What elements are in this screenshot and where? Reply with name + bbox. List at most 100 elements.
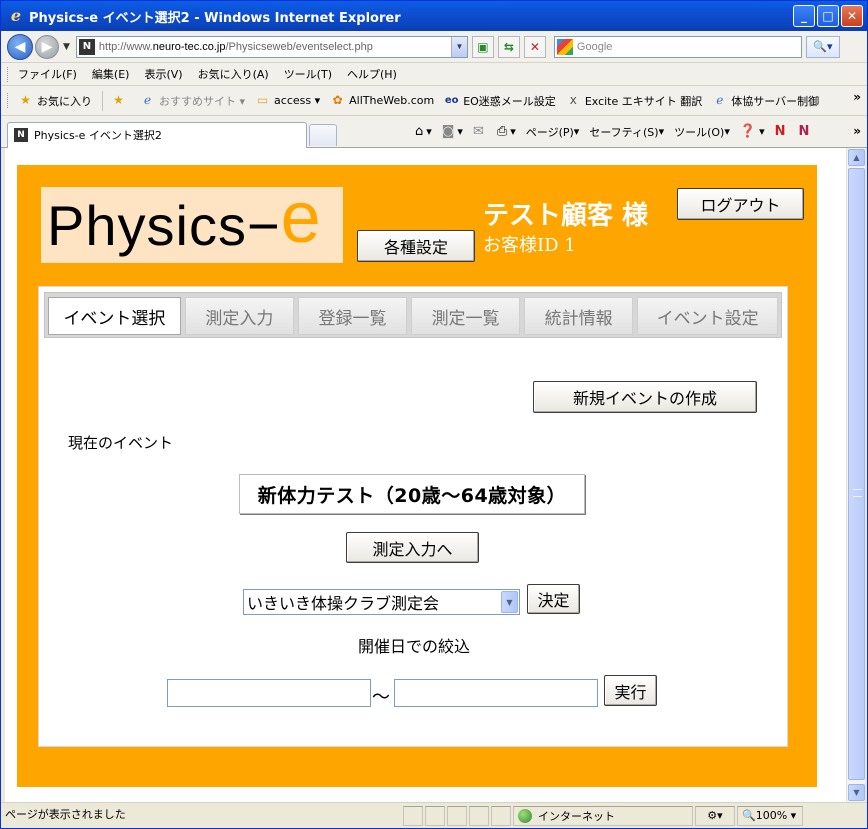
- compat-view-icon[interactable]: ▣: [471, 35, 494, 58]
- tab-event-select[interactable]: イベント選択: [48, 297, 181, 335]
- logout-button[interactable]: ログアウト: [677, 188, 804, 220]
- ie-page-icon: ℯ: [716, 93, 724, 107]
- favorites-button[interactable]: ★ お気に入り: [18, 93, 92, 109]
- event-select[interactable]: いきいき体操クラブ測定会 ▼: [243, 589, 520, 615]
- status-text: ページが表示されました: [5, 807, 126, 821]
- scroll-down-icon[interactable]: ▼: [848, 784, 865, 801]
- menu-edit[interactable]: 編集(E): [92, 66, 130, 82]
- n-addon2-icon: N: [798, 124, 810, 139]
- tab-bar: イベント選択 測定入力 登録一覧 測定一覧 統計情報 イベント設定: [44, 292, 782, 338]
- tools-menu-label: ツール(O): [674, 125, 725, 139]
- forward-button[interactable]: ▶: [35, 34, 59, 59]
- page-menu[interactable]: ページ(P) ▾: [526, 124, 580, 140]
- title-bar[interactable]: e Physics-e イベント選択2 - Windows Internet E…: [1, 1, 867, 31]
- maximize-button[interactable]: □: [817, 5, 839, 27]
- decide-button[interactable]: 決定: [527, 584, 580, 614]
- run-button[interactable]: 実行: [604, 675, 657, 706]
- addon-n-button[interactable]: N: [775, 124, 789, 139]
- browser-tab-active[interactable]: N Physics-e イベント選択2: [7, 121, 307, 148]
- refresh-icon[interactable]: ⇆: [497, 35, 520, 58]
- fav-item-access[interactable]: ▭ access ▾: [255, 93, 320, 108]
- alltheweb-icon: ✿: [332, 93, 343, 107]
- favorites-star-icon: ★: [20, 93, 31, 107]
- home-icon: ⌂: [415, 124, 424, 139]
- customer-id: お客様ID 1: [483, 235, 576, 256]
- add-favorite-icon[interactable]: ★: [111, 93, 130, 108]
- help-button[interactable]: ❓ ▾: [740, 124, 765, 139]
- status-cell: [403, 805, 423, 826]
- back-button[interactable]: ◀: [7, 33, 33, 60]
- chevron-down-icon[interactable]: ▼: [501, 591, 518, 613]
- page-menu-label: ページ(P): [525, 125, 574, 139]
- scroll-thumb[interactable]: [848, 168, 865, 780]
- safety-menu-label: セーフティ(S): [589, 125, 659, 139]
- url-host: neuro-tec.co.jp: [152, 40, 226, 53]
- fav-item-eo[interactable]: eo EO迷惑メール設定: [444, 93, 556, 109]
- chevron-more-icon[interactable]: »: [853, 124, 861, 138]
- vertical-scrollbar[interactable]: ▲ ▼: [846, 148, 865, 802]
- address-row: ◀ ▶ ▼ N http://www.neuro-tec.co.jp/Physi…: [1, 31, 867, 63]
- tab-measure-input[interactable]: 測定入力: [184, 297, 294, 335]
- search-input[interactable]: Google: [553, 35, 802, 58]
- new-event-button[interactable]: 新規イベントの作成: [533, 381, 757, 413]
- status-bar: ページが表示されました インターネット ⚙▾ 🔍100% ▾: [1, 802, 867, 828]
- zoom-control[interactable]: 🔍100% ▾: [737, 805, 803, 826]
- search-button[interactable]: 🔍▾: [805, 35, 840, 58]
- fav-item-label: EO迷惑メール設定: [463, 94, 556, 108]
- history-dropdown-icon[interactable]: ▼: [63, 42, 70, 52]
- address-dropdown-icon[interactable]: ▼: [450, 36, 467, 57]
- to-measure-input-button[interactable]: 測定入力へ: [346, 532, 479, 563]
- zone-label: インターネット: [538, 809, 615, 823]
- mail-button[interactable]: ✉: [473, 124, 487, 139]
- menu-help[interactable]: ヘルプ(H): [347, 66, 397, 82]
- address-input[interactable]: N http://www.neuro-tec.co.jp/Physicseweb…: [75, 35, 468, 58]
- logo-accent: e: [280, 178, 321, 258]
- date-from-input[interactable]: [167, 679, 371, 707]
- browser-tab-label: Physics-e イベント選択2: [34, 129, 162, 142]
- menu-file[interactable]: ファイル(F): [18, 66, 77, 82]
- mail-icon: ✉: [472, 124, 484, 139]
- stop-icon[interactable]: ✕: [523, 35, 546, 58]
- event-select-value: いきいき体操クラブ測定会: [247, 594, 440, 613]
- url-path: /Physicseweb/eventselect.php: [225, 40, 373, 53]
- menu-view[interactable]: 表示(V): [144, 66, 182, 82]
- help-icon: ❓: [739, 124, 757, 139]
- main-panel: イベント選択 測定入力 登録一覧 測定一覧 統計情報 イベント設定 新規イベント…: [38, 286, 788, 747]
- menu-tools[interactable]: ツール(T): [284, 66, 332, 82]
- fav-item-recommended[interactable]: ℯ おすすめサイト ▾: [140, 93, 245, 109]
- status-cell: [469, 805, 489, 826]
- folder-icon: ▭: [256, 93, 269, 107]
- tab-statistics[interactable]: 統計情報: [524, 297, 634, 335]
- command-bar: ⌂ ▾ ◙ ▾ ✉ ⎙ ▾ ページ(P) ▾ セーフティ(S) ▾ ツール(O) ▾ ❓ ▾ …: [415, 124, 822, 140]
- menu-bar: ファイル(F) 編集(E) 表示(V) お気に入り(A) ツール(T) ヘルプ(…: [1, 63, 867, 86]
- page-viewport: Physics− e 各種設定 テスト顧客 様 お客様ID 1 ログアウト イベン…: [5, 148, 846, 802]
- fav-item-label: 体協サーバー制御: [731, 94, 820, 108]
- minimize-button[interactable]: _: [793, 5, 815, 27]
- new-tab-button[interactable]: [309, 123, 337, 146]
- fav-item-alltheweb[interactable]: ✿ AllTheWeb.com: [330, 93, 435, 108]
- settings-button[interactable]: 各種設定: [357, 230, 475, 262]
- safety-menu[interactable]: セーフティ(S) ▾: [589, 124, 664, 140]
- security-zone[interactable]: インターネット: [513, 805, 693, 826]
- protected-mode-icon[interactable]: ⚙▾: [695, 805, 735, 826]
- physics-e-logo: Physics− e: [41, 178, 343, 263]
- fav-item-excite[interactable]: x Excite エキサイト 翻訳: [566, 93, 703, 109]
- current-event-name: 新体力テスト（20歳～64歳対象）: [239, 474, 585, 514]
- scroll-up-icon[interactable]: ▲: [848, 149, 865, 166]
- close-button[interactable]: ✕: [841, 5, 863, 27]
- tab-event-settings[interactable]: イベント設定: [637, 297, 778, 335]
- tab-registration-list[interactable]: 登録一覧: [297, 297, 408, 335]
- fav-item-label: おすすめサイト ▾: [159, 94, 246, 108]
- search-icon: 🔍▾: [813, 40, 833, 53]
- menu-favorites[interactable]: お気に入り(A): [198, 66, 269, 82]
- print-button[interactable]: ⎙ ▾: [497, 124, 516, 139]
- tab-measure-list[interactable]: 測定一覧: [411, 297, 521, 335]
- chevron-more-icon[interactable]: »: [853, 90, 861, 104]
- feeds-button[interactable]: ◙ ▾: [442, 124, 463, 139]
- addon-n2-button[interactable]: N: [799, 124, 813, 139]
- tools-menu[interactable]: ツール(O) ▾: [674, 124, 730, 140]
- tab-row: N Physics-e イベント選択2 ⌂ ▾ ◙ ▾ ✉ ⎙ ▾ ページ(P) ▾ セ…: [1, 116, 867, 148]
- fav-item-server[interactable]: ℯ 体協サーバー制御: [712, 93, 819, 109]
- date-to-input[interactable]: [394, 679, 598, 707]
- home-button[interactable]: ⌂ ▾: [415, 124, 432, 139]
